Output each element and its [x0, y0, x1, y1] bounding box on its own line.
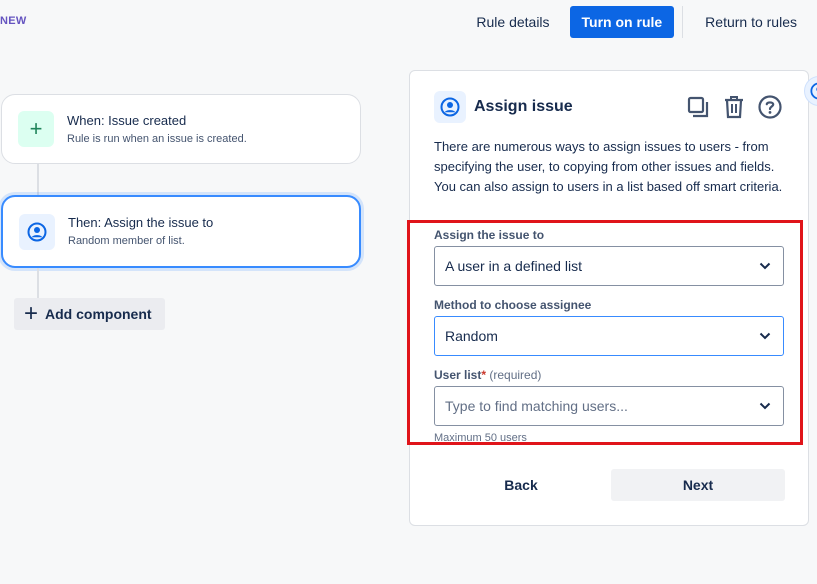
add-component-label: Add component [45, 306, 152, 322]
chevron-down-icon [757, 258, 773, 274]
next-button[interactable]: Next [611, 469, 785, 501]
user-avatar-icon [434, 91, 466, 123]
action-subtitle: Random member of list. [68, 235, 185, 247]
panel-description: There are numerous ways to assign issues… [434, 139, 783, 194]
trigger-subtitle: Rule is run when an issue is created. [67, 132, 247, 145]
assign-to-label: Assign the issue to [434, 228, 545, 242]
toolbar-divider [682, 6, 684, 38]
action-card[interactable]: Then: Assign the issue to Random member … [1, 195, 361, 268]
assign-to-value: A user in a defined list [445, 258, 582, 274]
plus-icon: + [18, 111, 54, 147]
add-icon: + [24, 300, 39, 327]
assign-to-select[interactable]: A user in a defined list [434, 246, 784, 286]
user-list-help: Maximum 50 users [434, 432, 527, 444]
user-list-input[interactable]: Type to find matching users... [434, 386, 784, 426]
flow-connector [37, 268, 39, 299]
user-list-label-text: User list [434, 368, 482, 382]
top-actions: Rule details Turn on rule Return to rule… [464, 6, 817, 38]
required-text: (required) [489, 368, 542, 382]
user-list-placeholder: Type to find matching users... [445, 398, 628, 414]
add-component-button[interactable]: + Add component [14, 298, 165, 330]
panel-title: Assign issue [474, 98, 573, 115]
return-to-rules-button[interactable]: Return to rules [691, 6, 817, 38]
flow-connector [37, 164, 39, 195]
method-value: Random [445, 328, 498, 344]
copy-icon[interactable] [684, 93, 712, 121]
panel-footer: Back Next [434, 469, 785, 501]
method-select[interactable]: Random [434, 316, 784, 356]
user-avatar-icon [19, 213, 55, 250]
user-list-label: User list* (required) [434, 368, 541, 382]
new-badge: NEW [0, 15, 27, 27]
trash-icon[interactable] [720, 93, 748, 121]
trigger-title: When: Issue created [67, 112, 187, 128]
panel-header: Assign issue [434, 89, 784, 125]
rule-details-button[interactable]: Rule details [464, 6, 561, 38]
required-marker: * [481, 368, 487, 382]
action-title: Then: Assign the issue to [68, 215, 214, 230]
trigger-card[interactable]: + When: Issue created Rule is run when a… [1, 94, 361, 164]
chevron-down-icon [757, 398, 773, 414]
turn-on-rule-button[interactable]: Turn on rule [569, 6, 675, 38]
config-panel: Assign issue There are numerous ways to … [409, 70, 809, 526]
back-button[interactable]: Back [434, 469, 608, 501]
chevron-down-icon [757, 328, 773, 344]
method-label: Method to choose assignee [434, 298, 592, 312]
help-icon[interactable] [756, 93, 784, 121]
